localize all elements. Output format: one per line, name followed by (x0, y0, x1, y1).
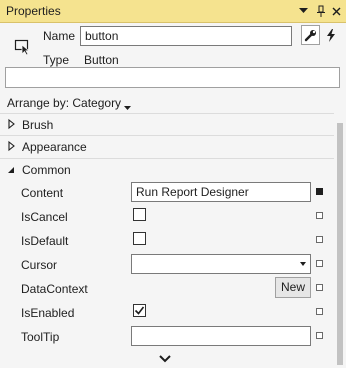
checkmark-icon (134, 306, 145, 315)
scrollbar-thumb[interactable] (337, 123, 343, 365)
category-label: Brush (22, 118, 54, 132)
property-row-isdefault: IsDefault (0, 228, 334, 252)
property-row-content: Content Run Report Designer (0, 180, 334, 204)
content-field[interactable]: Run Report Designer (131, 182, 311, 202)
chevron-down-icon[interactable] (157, 353, 173, 365)
property-marker[interactable] (316, 332, 323, 339)
expand-triangle-icon[interactable] (6, 118, 16, 130)
category-appearance[interactable]: Appearance (0, 136, 334, 158)
property-row-iscancel: IsCancel (0, 204, 334, 228)
category-common[interactable]: Common (0, 159, 334, 181)
collapse-triangle-icon[interactable] (6, 163, 16, 175)
element-header: Name button Type Button (0, 23, 346, 93)
type-label: Type (43, 53, 70, 67)
property-marker[interactable] (316, 260, 323, 267)
property-marker-set[interactable] (316, 188, 323, 195)
property-row-isenabled: IsEnabled (0, 300, 334, 324)
property-row-cursor: Cursor (0, 252, 334, 276)
arrange-by-dropdown[interactable]: Arrange by: Category (0, 93, 346, 113)
iscancel-checkbox[interactable] (133, 208, 146, 221)
property-marker[interactable] (316, 308, 323, 315)
category-brush[interactable]: Brush (0, 114, 334, 136)
cursor-select[interactable] (131, 254, 311, 274)
property-row-tooltip: ToolTip (0, 324, 334, 348)
chevron-down-icon[interactable] (296, 3, 310, 19)
panel-title: Properties (6, 4, 61, 18)
property-marker[interactable] (316, 236, 323, 243)
name-field[interactable]: button (80, 26, 292, 46)
property-name: IsCancel (21, 210, 68, 224)
type-value: Button (84, 53, 119, 67)
property-name: Content (21, 186, 64, 200)
property-grid: Brush Appearance Common Content Run Repo… (0, 113, 334, 353)
isdefault-checkbox[interactable] (133, 232, 146, 245)
property-marker[interactable] (316, 212, 323, 219)
property-name: IsEnabled (21, 306, 75, 320)
new-button[interactable]: New (275, 277, 311, 298)
search-input[interactable] (5, 67, 340, 88)
title-bar: Properties (0, 0, 346, 23)
category-label: Appearance (22, 140, 87, 154)
triangle-down-icon (124, 100, 131, 114)
property-name: IsDefault (21, 234, 69, 248)
name-label: Name (43, 29, 76, 43)
pin-icon[interactable] (314, 3, 328, 19)
lightning-icon[interactable] (321, 25, 340, 45)
vertical-scrollbar[interactable] (334, 113, 346, 365)
tooltip-field[interactable] (131, 326, 311, 346)
property-name: ToolTip (21, 330, 60, 344)
wrench-icon[interactable] (301, 25, 320, 45)
chevron-down-icon (300, 262, 306, 266)
category-label: Common (22, 163, 71, 177)
close-icon[interactable] (329, 3, 343, 19)
property-row-datacontext: DataContext New (0, 276, 334, 300)
property-name: DataContext (21, 282, 88, 296)
pointer-icon (14, 38, 32, 56)
expand-triangle-icon[interactable] (6, 140, 16, 152)
arrange-by-label: Arrange by: Category (7, 96, 122, 110)
property-marker[interactable] (316, 284, 323, 291)
isenabled-checkbox[interactable] (133, 304, 146, 317)
property-name: Cursor (21, 258, 58, 272)
